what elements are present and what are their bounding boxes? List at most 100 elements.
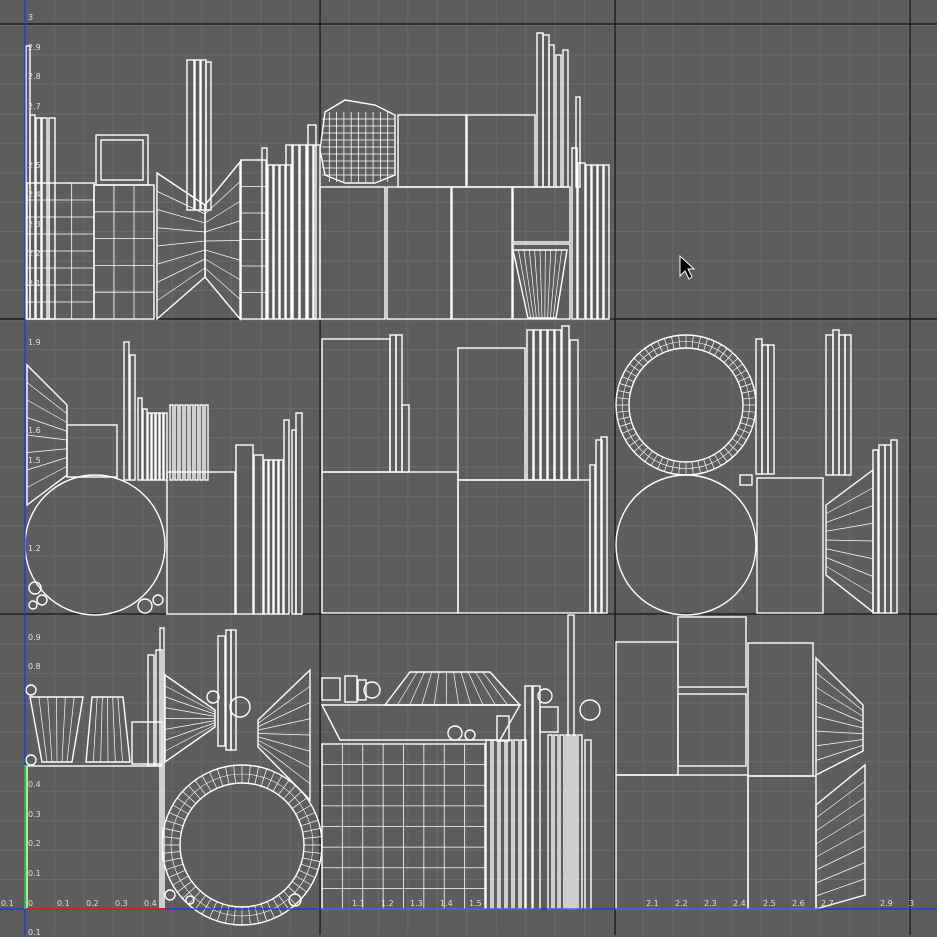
u-tick-label: 0.4 (144, 899, 157, 908)
uv-edge (156, 209, 206, 224)
uv-edge (100, 696, 103, 763)
uv-shell (93, 184, 155, 320)
u-tick-label: 1.4 (440, 899, 453, 908)
uv-shell (584, 739, 592, 910)
uv-edge (156, 249, 206, 265)
uv-shell (131, 721, 163, 765)
uv-shell (677, 616, 747, 688)
u-tick-label: 2.4 (733, 899, 746, 908)
uv-shell (273, 459, 279, 615)
uv-edge (815, 739, 864, 747)
uv-shell (577, 734, 583, 910)
uv-edge (539, 249, 543, 319)
uv-shell (28, 600, 38, 610)
uv-shell (603, 164, 610, 320)
uv-shell (622, 341, 750, 469)
uv-edge (204, 240, 241, 242)
v-tick-label: 2.1 (28, 279, 41, 288)
uv-edge (92, 696, 98, 763)
uv-shell (536, 32, 544, 188)
u-tick-label: 3 (909, 899, 915, 908)
uv-shell (553, 734, 559, 910)
uv-shell (137, 598, 153, 614)
uv-edge (467, 671, 484, 706)
uv-editor-viewport[interactable]: 0.1 0 0.1 0.2 0.3 0.4 1.1 1.2 1.3 1.4 1.… (0, 0, 937, 937)
u-tick-label: 2.5 (763, 899, 776, 908)
u-tick-label: 2.3 (704, 899, 717, 908)
uv-canvas[interactable] (0, 0, 937, 935)
uv-shell (151, 412, 156, 481)
uv-edge (544, 249, 546, 319)
uv-shell (512, 186, 571, 243)
uv-shell (451, 186, 513, 320)
uv-shell (395, 334, 403, 473)
uv-shell (66, 424, 118, 478)
uv-shell (591, 164, 598, 320)
uv-shell (321, 338, 391, 473)
uv-edge (156, 258, 206, 283)
uv-shell (884, 444, 892, 614)
uv-shell (767, 344, 775, 475)
uv-edge (815, 744, 864, 761)
v-tick-label: 3 (28, 13, 34, 22)
u-tick-label: 2.2 (675, 899, 688, 908)
u-tick-label: 0.3 (115, 899, 128, 908)
v-tick-label: 1.5 (28, 456, 41, 465)
uv-shell (174, 404, 179, 481)
uv-edge (257, 685, 311, 724)
uv-shell (832, 329, 840, 476)
uv-edge (475, 671, 496, 706)
uv-shell (542, 34, 550, 188)
uv-shell (562, 49, 569, 188)
v-tick-label: 0.1 (28, 869, 41, 878)
v-tick-label: 0.2 (28, 839, 41, 848)
uv-shell (492, 739, 499, 910)
uv-edge (107, 696, 109, 763)
uv-shell (95, 134, 149, 186)
uv-shell (155, 649, 163, 767)
uv-shell (147, 412, 152, 481)
uv-edge (47, 696, 53, 763)
uv-edge (156, 267, 206, 302)
uv-shell (615, 474, 757, 616)
v-tick-label: 0.1 (28, 928, 41, 937)
uv-shell (756, 477, 824, 614)
uv-shell (278, 459, 284, 615)
uv-shell (838, 334, 846, 476)
uv-shell (554, 329, 562, 481)
uv-shell (186, 59, 195, 211)
uv-shell (206, 690, 220, 704)
uv-shell (321, 677, 341, 701)
uv-shell (386, 186, 452, 320)
arrow-cursor-icon (679, 254, 696, 280)
uv-shell (164, 889, 176, 901)
uv-shell (263, 459, 269, 615)
uv-shell (615, 334, 757, 476)
u-tick-label: 1.5 (469, 899, 482, 908)
uv-shell (179, 404, 184, 481)
uv-edge (204, 200, 241, 224)
uv-shell (506, 739, 513, 910)
v-tick-label: 0.3 (28, 810, 41, 819)
uv-shell (747, 775, 817, 910)
uv-edge (825, 539, 874, 542)
uv-edge (815, 878, 866, 897)
uv-edge (257, 702, 311, 728)
uv-shell (825, 334, 834, 476)
uv-shell (25, 754, 37, 766)
uv-edge (460, 671, 472, 706)
uv-edge (421, 671, 433, 706)
uv-shell (41, 117, 48, 320)
uv-edge (156, 240, 206, 247)
u-tick-label: 0 (28, 899, 34, 908)
uv-shell (204, 404, 209, 481)
uv-edge (56, 696, 58, 763)
uv-shell (159, 412, 164, 481)
uv-shell (295, 412, 303, 615)
uv-shell (217, 635, 226, 747)
uv-shell (166, 471, 236, 615)
v-tick-label: 2.5 (28, 161, 41, 170)
uv-shell (24, 474, 166, 616)
uv-edge (204, 258, 241, 281)
uv-shell (184, 404, 189, 481)
